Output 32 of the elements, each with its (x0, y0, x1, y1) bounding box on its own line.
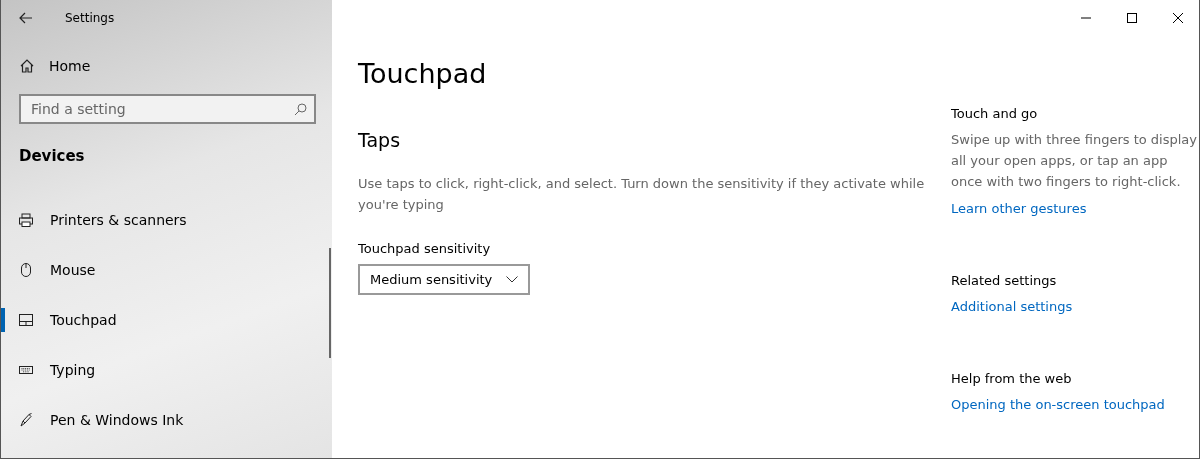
touchpad-icon (18, 312, 34, 328)
pen-icon (18, 412, 34, 428)
maximize-icon (1127, 13, 1137, 23)
page-title: Touchpad (358, 58, 488, 89)
aside-heading: Related settings (951, 273, 1058, 288)
printer-icon (18, 212, 34, 228)
description-text: Use taps to click, right-click, and select. Turn down the sensitivity if they activate while you're typing (358, 175, 925, 214)
sidebar-item[interactable]: Pen & Windows Ink (1, 395, 332, 445)
close-icon (1173, 13, 1183, 23)
back-arrow-icon (19, 12, 33, 24)
help-link[interactable]: Opening the on-screen touchpad (951, 397, 1165, 412)
search-field[interactable]: Find a setting (19, 94, 316, 124)
sidebar-item[interactable]: Touchpad (1, 295, 332, 345)
sidebar-item[interactable]: Mouse (1, 245, 332, 295)
sensitivity-dropdown[interactable]: Medium sensitivity (358, 264, 531, 295)
chevron-down-icon (506, 276, 519, 283)
scrollbar[interactable] (329, 248, 331, 358)
section-heading: Devices (19, 147, 86, 165)
field-label: Touchpad sensitivity (358, 241, 492, 256)
aside-text: Swipe up with three fingers to display all your open apps, or tap an app once with two fingers to right-click. (951, 131, 1198, 191)
help-link[interactable]: Learn other gestures (951, 201, 1087, 216)
window-title: Settings (65, 11, 115, 25)
sidebar-item[interactable]: Printers & scanners (1, 195, 332, 245)
search-icon (294, 103, 307, 116)
mouse-icon (18, 262, 34, 278)
home-link[interactable]: Home (49, 58, 91, 74)
aside-heading: Help from the web (951, 371, 1073, 386)
help-link[interactable]: Additional settings (951, 299, 1073, 314)
home-icon (19, 58, 35, 74)
section-heading: Taps (358, 129, 402, 151)
aside-heading: Touch and go (951, 106, 1039, 121)
sidebar-item[interactable]: Typing (1, 345, 332, 395)
